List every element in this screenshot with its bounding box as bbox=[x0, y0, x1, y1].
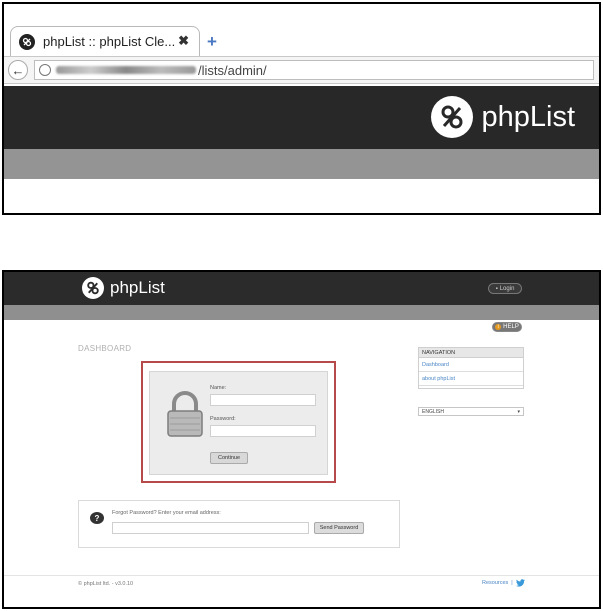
question-bubble-icon: ? bbox=[90, 512, 104, 524]
tab-close-icon[interactable]: ✖ bbox=[178, 33, 189, 49]
phplist-logo-icon bbox=[82, 277, 104, 299]
dropdown-arrow-icon: ▾ bbox=[517, 408, 520, 415]
browser-window-panel: phpList :: phpList Cle... ✖ + ← /lists/a… bbox=[2, 2, 601, 215]
back-arrow-icon[interactable]: ← bbox=[8, 60, 28, 80]
page-title: DASHBOARD bbox=[78, 344, 132, 353]
help-button[interactable]: i HELP bbox=[492, 322, 522, 332]
footer-copyright[interactable]: © phpList ltd. - v3.0.10 bbox=[78, 581, 133, 587]
login-label: Login bbox=[499, 285, 515, 292]
footer-divider bbox=[4, 575, 599, 576]
email-input[interactable] bbox=[112, 522, 309, 534]
resources-link[interactable]: Resources bbox=[482, 580, 508, 586]
help-label: HELP bbox=[503, 324, 519, 330]
admin-brand[interactable]: phpList bbox=[82, 277, 165, 299]
footer-links: Resources | bbox=[482, 579, 525, 587]
info-icon: i bbox=[495, 324, 502, 330]
site-sub-band bbox=[4, 149, 599, 179]
twitter-icon[interactable] bbox=[515, 579, 525, 587]
hero-brand-name: phpList bbox=[481, 100, 575, 133]
nav-item-about[interactable]: about phpList bbox=[419, 372, 523, 386]
navigation-heading: NAVIGATION bbox=[419, 348, 523, 358]
admin-sub-band bbox=[4, 305, 599, 320]
admin-page-panel: phpList ▪ Login i HELP DASHBOARD Name: P… bbox=[2, 270, 601, 609]
navigation-toolbar: ← /lists/admin/ bbox=[4, 56, 599, 84]
language-selected: ENGLISH bbox=[422, 408, 444, 415]
forgot-password-prompt: Forgot Password? Enter your email addres… bbox=[112, 510, 221, 516]
redacted-host bbox=[56, 66, 196, 74]
tab-bar: phpList :: phpList Cle... ✖ + bbox=[4, 4, 599, 56]
new-tab-icon[interactable]: + bbox=[207, 32, 217, 52]
globe-icon bbox=[39, 64, 51, 76]
hero-brand: phpList bbox=[431, 96, 575, 138]
url-field[interactable]: /lists/admin/ bbox=[34, 60, 594, 80]
login-button[interactable]: ▪ Login bbox=[488, 283, 522, 294]
browser-tab[interactable]: phpList :: phpList Cle... ✖ bbox=[10, 26, 200, 56]
navigation-panel: NAVIGATION Dashboard about phpList bbox=[418, 347, 524, 389]
nav-item-dashboard[interactable]: Dashboard bbox=[419, 358, 523, 372]
admin-brand-name: phpList bbox=[110, 278, 165, 297]
login-highlight-frame bbox=[141, 361, 336, 483]
lock-icon: ▪ bbox=[495, 285, 498, 292]
phplist-logo-icon bbox=[431, 96, 474, 138]
phplist-favicon-icon bbox=[19, 33, 35, 50]
send-password-button[interactable]: Send Password bbox=[314, 522, 364, 534]
url-path: /lists/admin/ bbox=[198, 62, 267, 78]
language-select[interactable]: ENGLISH ▾ bbox=[418, 407, 524, 416]
footer-separator: | bbox=[511, 580, 513, 586]
tab-title: phpList :: phpList Cle... bbox=[43, 34, 176, 49]
